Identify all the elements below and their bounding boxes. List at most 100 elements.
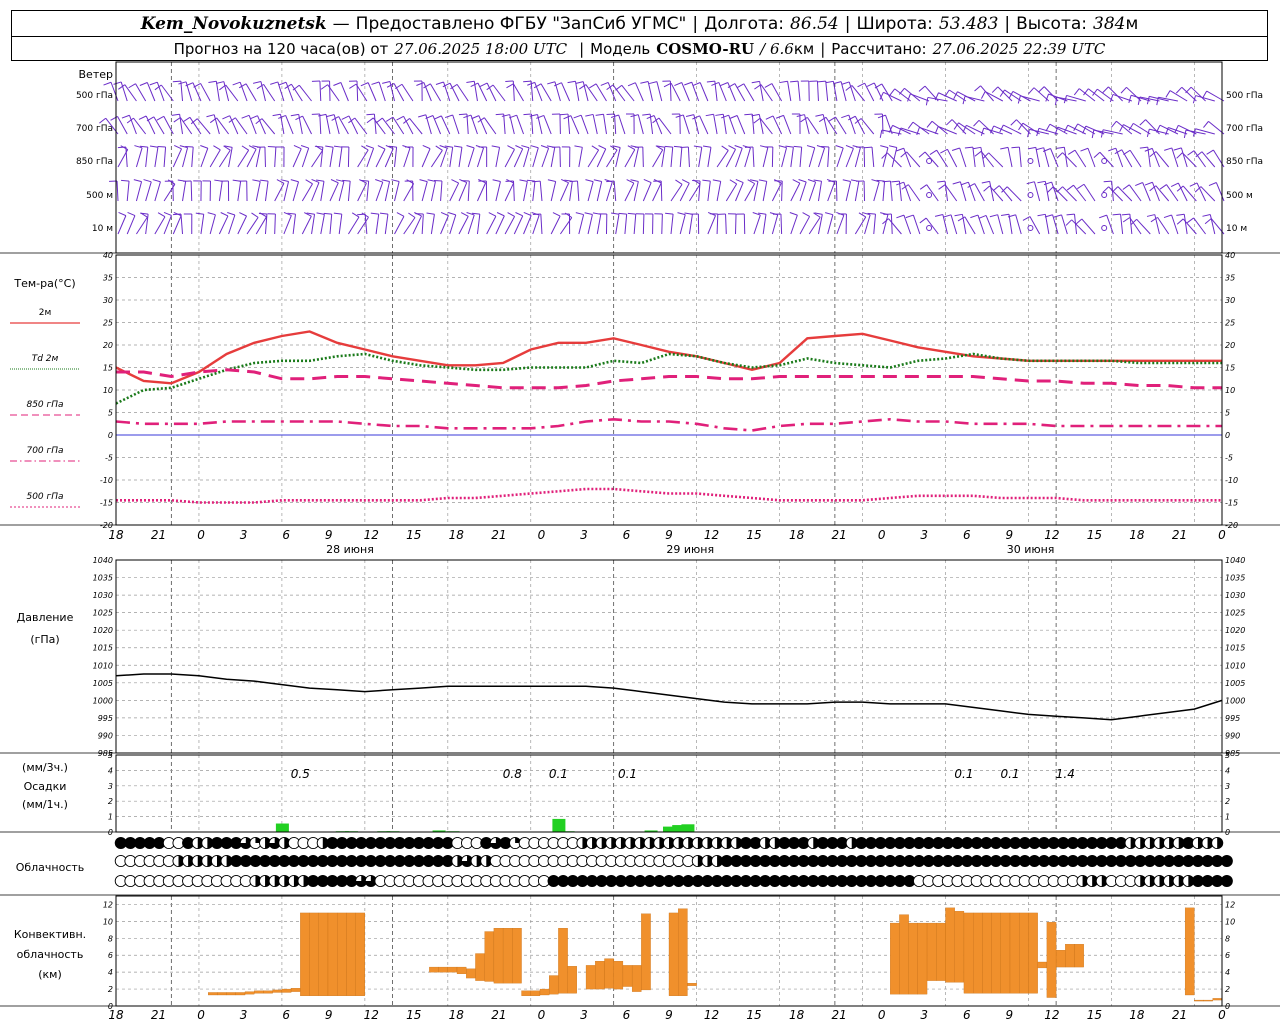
wind-barb	[661, 213, 663, 235]
wind-barb-feather	[1174, 125, 1179, 133]
wind-barb	[736, 115, 746, 135]
x-tick-label: 9	[665, 1008, 673, 1022]
wind-barb	[338, 181, 345, 202]
wind-barb-feather	[370, 212, 379, 215]
y-tick-label: 5	[1225, 751, 1230, 760]
wind-barb	[816, 81, 819, 102]
wind-barb	[449, 214, 457, 235]
wind-barb-feather	[1108, 147, 1117, 152]
wind-barb-feather	[515, 212, 523, 217]
wind-barb-feather	[185, 145, 194, 148]
wind-barb	[587, 214, 593, 235]
wind-barb-feather	[720, 82, 729, 87]
wind-barb	[154, 147, 159, 168]
wind-barb	[467, 181, 470, 202]
wind-barb	[670, 82, 681, 102]
wind-barb	[946, 149, 958, 168]
wind-barb	[1190, 86, 1206, 102]
wind-barb	[1166, 184, 1179, 202]
wind-barb	[1120, 214, 1124, 235]
wind-barb	[871, 147, 875, 168]
wind-barb	[1052, 214, 1059, 235]
wind-barb	[716, 181, 722, 202]
wind-barb	[1129, 149, 1142, 168]
wind-barb	[364, 214, 368, 235]
wind-barb-feather	[779, 80, 788, 84]
wind-barb-feather	[241, 145, 249, 151]
wind-barb-feather	[366, 117, 374, 124]
y-tick-label: 1040	[1225, 556, 1245, 565]
wind-barb-feather	[574, 145, 583, 148]
wind-barb-feather	[575, 81, 584, 84]
wind-barb-feather	[796, 114, 805, 117]
wind-barb	[854, 147, 861, 168]
y-tick-label: 4	[1225, 766, 1230, 775]
y-tick-label: 3	[108, 782, 113, 791]
y-tick-label: 20	[103, 341, 113, 350]
x-tick-label: 15	[746, 1008, 761, 1022]
wind-barb	[375, 214, 380, 235]
wind-barb-feather	[213, 145, 221, 151]
wind-barb	[1083, 183, 1096, 202]
wind-barb	[772, 115, 783, 135]
wind-barb-feather	[1045, 123, 1051, 132]
wind-barb	[338, 214, 343, 235]
wind-barb	[325, 114, 331, 135]
wind-barb	[1035, 147, 1041, 168]
wind-barb-feather	[349, 83, 357, 89]
convective-bar	[521, 990, 531, 996]
convective-bar	[208, 992, 218, 996]
wind-barb-feather	[227, 212, 236, 216]
wind-barb	[126, 215, 136, 235]
convective-bar	[595, 961, 605, 990]
convective-bar	[908, 922, 919, 995]
wind-barb-feather	[989, 214, 998, 218]
wind-barb	[180, 81, 184, 102]
wind-barb-feather	[1027, 146, 1036, 150]
convective-bar	[466, 968, 476, 979]
wind-barb-feather	[569, 180, 578, 183]
wind-barb-feather	[138, 115, 147, 120]
wind-barb-feather	[681, 179, 690, 184]
wind-barb	[543, 115, 552, 135]
convective-bar	[622, 965, 633, 987]
wind-barb	[264, 146, 266, 168]
wind-barb	[145, 181, 152, 202]
wind-barb-feather	[649, 81, 658, 85]
wind-barb-feather	[519, 179, 528, 182]
wind-barb	[394, 181, 400, 202]
wind-level-label: 850 гПа	[1226, 157, 1263, 167]
wind-barb-feather	[1026, 181, 1035, 185]
wind-barb-feather	[991, 86, 999, 93]
x-tick-label: 6	[282, 528, 290, 542]
wind-barb	[347, 216, 360, 235]
wind-barb-feather	[918, 151, 926, 158]
wind-barb-feather	[272, 113, 281, 117]
wind-barb-feather	[220, 212, 229, 217]
x-tick-label: 12	[1044, 1008, 1059, 1022]
wind-barb-feather	[270, 81, 279, 85]
wind-barb	[561, 82, 571, 102]
wind-barb-feather	[488, 212, 497, 217]
wind-barb	[255, 181, 261, 202]
wind-barb-feather	[706, 80, 715, 83]
wind-barb-feather	[507, 145, 515, 150]
wind-barb-feather	[1000, 213, 1010, 216]
y-tick-label: 2	[108, 797, 113, 806]
wind-barb	[817, 181, 823, 202]
wind-barb-feather	[880, 145, 889, 149]
convective-bar	[954, 911, 965, 983]
wind-barb	[670, 184, 683, 202]
wind-barb-feather	[677, 212, 686, 216]
wind-barb-feather	[841, 114, 850, 119]
wind-barb	[283, 181, 290, 202]
wind-barb-feather	[501, 114, 510, 117]
wind-barb-feather	[375, 117, 383, 124]
calm-wind-symbol	[1101, 225, 1108, 231]
wind-barb	[329, 147, 334, 168]
wind-barb	[790, 182, 801, 202]
x-tick-label: 9	[1005, 528, 1013, 542]
precip-accumulation-label: 0.1	[1000, 767, 1019, 781]
convective-bar	[263, 990, 273, 994]
convective-bar	[512, 928, 522, 984]
